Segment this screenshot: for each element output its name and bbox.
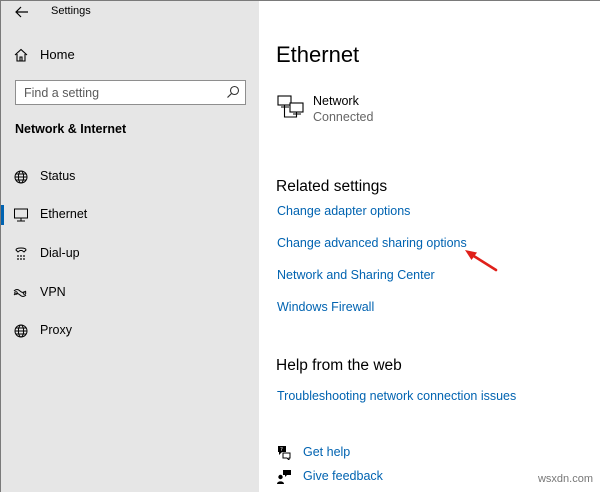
dial-up-icon [15,247,27,260]
network-status: Connected [313,110,374,124]
home-label: Home [40,47,75,62]
troubleshooting-link[interactable]: Troubleshooting network connection issue… [277,389,516,403]
search-input[interactable] [24,85,214,101]
sidebar-item-label: VPN [40,285,66,299]
main-content: Ethernet Network Connected Related setti… [259,1,600,492]
sidebar-item-label: Status [40,169,76,183]
search-icon[interactable] [226,85,240,99]
windows-firewall-link[interactable]: Windows Firewall [277,300,374,314]
red-arrow-icon [465,250,498,272]
give-feedback-link[interactable]: Give feedback [276,467,476,487]
section-title: Network & Internet [15,122,127,136]
sidebar: Settings Home Network & Internet Status [1,1,259,492]
globe-proxy-icon [14,324,28,338]
back-arrow-icon [15,6,28,18]
page-title: Ethernet [276,42,360,67]
svg-text:?: ? [280,447,283,453]
feedback-icon [277,470,291,484]
window-title: Settings [51,5,91,17]
title-bar: Settings [1,1,259,25]
monitor-network-icon [277,95,304,118]
sidebar-item-status[interactable]: Status [1,162,259,192]
sidebar-item-dial-up[interactable]: Dial-up [1,239,259,269]
vpn-icon [13,289,27,297]
get-help-link[interactable]: ? Get help [276,443,476,463]
sidebar-item-vpn[interactable]: VPN [1,278,259,308]
globe-status-icon [14,170,28,184]
network-name: Network [313,94,359,108]
network-and-sharing-center-link[interactable]: Network and Sharing Center [277,268,435,282]
ethernet-icon [14,208,28,222]
network-connection[interactable]: Network Connected [276,93,476,133]
settings-window: Settings Home Network & Internet Status [0,0,600,492]
sidebar-item-label: Proxy [40,323,72,337]
sidebar-item-ethernet[interactable]: Ethernet [1,200,259,230]
related-settings-heading: Related settings [276,178,388,195]
get-help-icon: ? [278,446,291,460]
sidebar-item-proxy[interactable]: Proxy [1,316,259,346]
back-button[interactable] [11,3,33,21]
change-adapter-options-link[interactable]: Change adapter options [277,204,410,218]
selection-indicator [1,205,4,225]
sidebar-item-label: Ethernet [40,207,88,221]
help-from-web-heading: Help from the web [276,357,402,374]
home-icon [14,48,28,62]
give-feedback-label: Give feedback [303,469,383,483]
search-box[interactable] [15,80,246,105]
sidebar-item-home[interactable]: Home [1,41,259,69]
get-help-label: Get help [303,445,351,459]
sidebar-item-label: Dial-up [40,246,80,260]
watermark: wsxdn.com [537,473,593,485]
change-advanced-sharing-options-link[interactable]: Change advanced sharing options [277,236,467,250]
